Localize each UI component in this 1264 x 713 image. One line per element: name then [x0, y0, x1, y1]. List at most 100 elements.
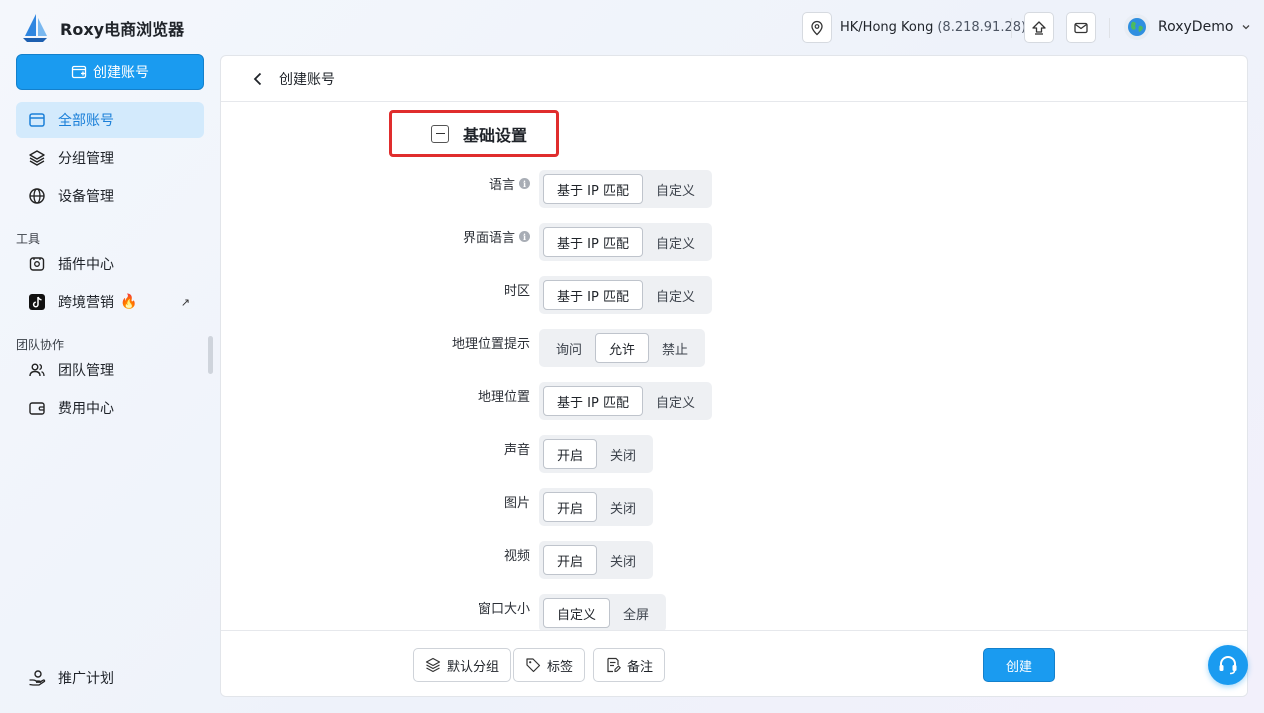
- ip-address: (8.218.91.28): [937, 20, 1027, 35]
- setting-row: 地理位置提示 询问 允许 禁止: [221, 329, 1247, 367]
- segment-option[interactable]: 自定义: [643, 227, 708, 257]
- collapse-icon[interactable]: [431, 124, 449, 143]
- segmented-control: 基于 IP 匹配 自定义: [539, 382, 712, 420]
- sidebar-item-plugins[interactable]: 插件中心: [16, 246, 204, 282]
- gift-hand-icon: [29, 670, 46, 686]
- note-button[interactable]: 备注: [593, 648, 666, 682]
- panel-footer: 默认分组 标签 备注 创建: [221, 630, 1247, 696]
- setting-label: 声音: [504, 439, 530, 458]
- segment-option[interactable]: 关闭: [597, 545, 649, 575]
- setting-label: 地理位置提示: [452, 333, 530, 352]
- fire-icon: 🔥: [120, 294, 138, 310]
- sidebar-item-label: 全部账号: [58, 113, 114, 129]
- setting-label-text: 声音: [503, 443, 530, 458]
- segment-option[interactable]: 开启: [543, 545, 598, 575]
- segment-option[interactable]: 自定义: [643, 174, 708, 204]
- sidebar-item-label: 团队管理: [58, 363, 114, 379]
- sidebar-item-label: 跨境营销: [58, 295, 114, 311]
- segment-option[interactable]: 关闭: [597, 492, 649, 522]
- app-logo: Roxy电商浏览器: [20, 12, 184, 44]
- setting-row: 地理位置 基于 IP 匹配 自定义: [221, 382, 1247, 420]
- segment-option[interactable]: 自定义: [543, 598, 611, 628]
- segment-option[interactable]: 开启: [543, 439, 598, 469]
- info-icon[interactable]: i: [519, 231, 530, 242]
- section-title: 基础设置: [463, 125, 528, 145]
- create-button[interactable]: 创建: [983, 648, 1055, 682]
- setting-row: 图片 开启 关闭: [221, 488, 1247, 526]
- sidebar-item-all-accounts[interactable]: 全部账号: [16, 102, 204, 138]
- setting-label-text: 窗口大小: [477, 602, 530, 617]
- setting-row: 窗口大小 自定义 全屏: [221, 594, 1247, 632]
- segmented-control: 开启 关闭: [539, 435, 654, 473]
- create-account-button[interactable]: 创建账号: [16, 54, 204, 90]
- setting-label: 时区: [504, 280, 530, 299]
- segment-option[interactable]: 基于 IP 匹配: [543, 174, 643, 204]
- setting-label-text: 图片: [503, 496, 530, 511]
- basic-settings-header: 基础设置: [389, 110, 559, 157]
- user-name: RoxyDemo: [1158, 19, 1234, 35]
- team-heading: 团队协作: [16, 338, 65, 352]
- segmented-control: 基于 IP 匹配 自定义: [539, 170, 712, 208]
- setting-label: 界面语言 i: [463, 227, 530, 246]
- support-button[interactable]: [1208, 645, 1248, 685]
- sidebar-item-affiliate[interactable]: 推广计划: [16, 660, 204, 696]
- location-pin-icon: [802, 12, 832, 43]
- info-icon[interactable]: i: [519, 178, 530, 189]
- sidebar-scrollbar[interactable]: [208, 336, 213, 374]
- segment-option[interactable]: 允许: [595, 333, 650, 363]
- headset-icon: [1219, 656, 1237, 675]
- segmented-control: 开启 关闭: [539, 541, 654, 579]
- mail-icon: [1074, 22, 1088, 33]
- default-group-button[interactable]: 默认分组: [413, 648, 512, 682]
- segmented-control: 开启 关闭: [539, 488, 654, 526]
- segment-option[interactable]: 开启: [543, 492, 598, 522]
- sidebar-item-label: 分组管理: [58, 151, 114, 167]
- segment-option[interactable]: 关闭: [597, 439, 649, 469]
- segmented-control: 基于 IP 匹配 自定义: [539, 223, 712, 261]
- tag-button[interactable]: 标签: [513, 648, 586, 682]
- tag-icon: [526, 658, 541, 673]
- sidebar-item-team[interactable]: 团队管理: [16, 352, 204, 388]
- setting-label-text: 地理位置: [477, 390, 530, 405]
- sidebar-item-billing[interactable]: 费用中心: [16, 390, 204, 426]
- arrow-up-right-icon: ↗: [180, 295, 190, 309]
- sidebar-item-marketing[interactable]: 跨境营销 🔥 ↗: [16, 284, 204, 320]
- upload-icon: [1032, 20, 1046, 35]
- default-group-label: 默认分组: [447, 659, 500, 675]
- layers-icon: [29, 150, 45, 166]
- segment-option[interactable]: 基于 IP 匹配: [543, 386, 643, 416]
- sidebar-item-devices[interactable]: 设备管理: [16, 178, 204, 214]
- setting-label-text: 视频: [503, 549, 530, 564]
- globe-icon: [29, 188, 45, 204]
- back-arrow-icon[interactable]: [251, 72, 265, 86]
- ip-location[interactable]: HK/Hong Kong (8.218.91.28): [802, 12, 1026, 43]
- chevron-down-icon: [1242, 25, 1250, 30]
- setting-row: 语言 i 基于 IP 匹配 自定义: [221, 170, 1247, 208]
- window-icon: [29, 113, 45, 127]
- setting-label: 视频: [504, 545, 530, 564]
- segmented-control: 基于 IP 匹配 自定义: [539, 276, 712, 314]
- tools-heading: 工具: [16, 232, 41, 246]
- sidebar-item-groups[interactable]: 分组管理: [16, 140, 204, 176]
- segment-option[interactable]: 全屏: [610, 598, 662, 628]
- setting-row: 视频 开启 关闭: [221, 541, 1247, 579]
- segment-option[interactable]: 基于 IP 匹配: [543, 280, 643, 310]
- segment-option[interactable]: 询问: [543, 333, 595, 363]
- segment-option[interactable]: 禁止: [649, 333, 701, 363]
- upload-button[interactable]: [1024, 12, 1054, 43]
- user-menu[interactable]: RoxyDemo: [1124, 14, 1251, 40]
- segment-option[interactable]: 基于 IP 匹配: [543, 227, 643, 257]
- segment-option[interactable]: 自定义: [643, 280, 708, 310]
- setting-row: 时区 基于 IP 匹配 自定义: [221, 276, 1247, 314]
- app-title: Roxy电商浏览器: [60, 20, 185, 39]
- setting-label-text: 语言: [488, 178, 515, 193]
- segment-option[interactable]: 自定义: [643, 386, 708, 416]
- divider: [1109, 18, 1110, 38]
- setting-label: 图片: [504, 492, 530, 511]
- divider: [1011, 18, 1012, 38]
- messages-button[interactable]: [1066, 12, 1096, 43]
- setting-label-text: 地理位置提示: [451, 337, 530, 352]
- plugin-icon: [29, 257, 45, 271]
- location-text: HK/Hong Kong: [840, 20, 934, 35]
- sidebar-item-label: 推广计划: [58, 671, 114, 687]
